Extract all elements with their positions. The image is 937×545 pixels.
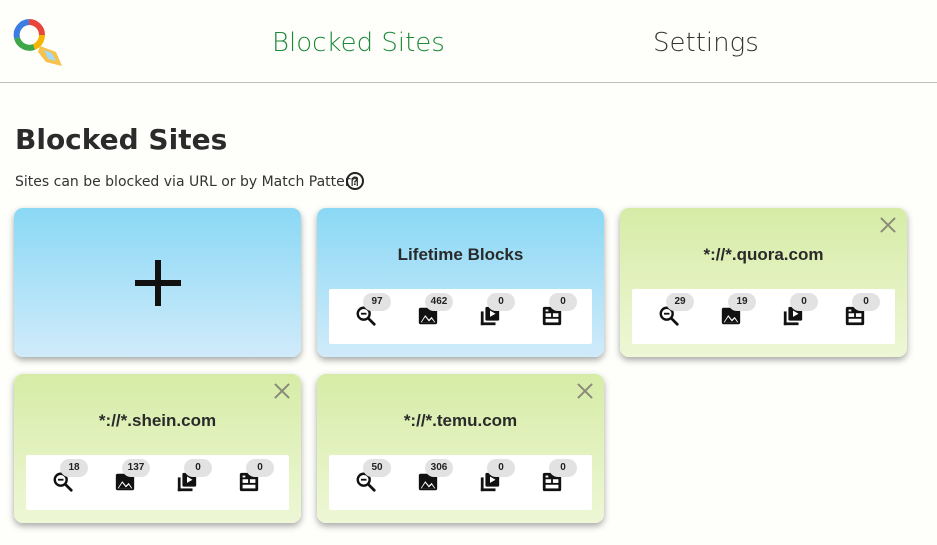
stat-frame: 0 xyxy=(818,289,884,344)
close-icon[interactable] xyxy=(273,382,291,400)
blocked-site-card: *://*.shein.com 18 137 0 0 xyxy=(14,374,301,523)
help-icon[interactable]: ? xyxy=(346,172,364,190)
card-stats: 50 306 0 0 xyxy=(329,455,592,510)
blocked-site-card: *://*.temu.com 50 306 0 0 xyxy=(317,374,604,523)
card-stats: 97 462 0 0 xyxy=(329,289,592,344)
card-stats: 18 137 0 0 xyxy=(26,455,289,510)
stat-video: 0 xyxy=(453,455,519,510)
stat-badge: 50 xyxy=(363,459,391,477)
close-icon[interactable] xyxy=(879,216,897,234)
card-title: *://*.quora.com xyxy=(703,245,824,264)
stat-badge: 306 xyxy=(425,459,453,477)
stat-search: 97 xyxy=(329,289,395,344)
card-title: *://*.shein.com xyxy=(98,411,217,430)
stat-badge: 0 xyxy=(246,459,274,477)
stat-search: 29 xyxy=(632,289,698,344)
page-subtitle: Sites can be blocked via URL or by Match… xyxy=(15,174,360,190)
stat-badge: 18 xyxy=(60,459,88,477)
stat-video: 0 xyxy=(756,289,822,344)
stat-search: 50 xyxy=(329,455,395,510)
stat-video: 0 xyxy=(453,289,519,344)
top-navigation-bar: Blocked Sites Settings xyxy=(0,0,937,83)
nav-settings[interactable]: Settings xyxy=(653,28,759,58)
stat-badge: 0 xyxy=(184,459,212,477)
stat-frame: 0 xyxy=(212,455,278,510)
add-site-button[interactable] xyxy=(14,208,301,357)
card-title: *://*.temu.com xyxy=(403,411,518,430)
stat-badge: 0 xyxy=(852,293,880,311)
lifetime-blocks-card: Lifetime Blocks 97 462 0 0 xyxy=(317,208,604,357)
stat-image: 19 xyxy=(694,289,760,344)
stat-search: 18 xyxy=(26,455,92,510)
stat-image: 306 xyxy=(391,455,457,510)
stat-badge: 0 xyxy=(549,293,577,311)
card-stats: 29 19 0 0 xyxy=(632,289,895,344)
page-title: Blocked Sites xyxy=(15,123,228,156)
stat-video: 0 xyxy=(150,455,216,510)
blocked-site-card: *://*.quora.com 29 19 0 0 xyxy=(620,208,907,357)
stat-badge: 0 xyxy=(487,293,515,311)
app-logo-icon xyxy=(13,19,62,66)
stat-frame: 0 xyxy=(515,455,581,510)
stat-badge: 97 xyxy=(363,293,391,311)
stat-badge: 137 xyxy=(122,459,150,477)
stat-image: 137 xyxy=(88,455,154,510)
stat-frame: 0 xyxy=(515,289,581,344)
stat-badge: 0 xyxy=(487,459,515,477)
plus-icon xyxy=(134,259,181,306)
stat-badge: 29 xyxy=(666,293,694,311)
close-icon[interactable] xyxy=(576,382,594,400)
card-title: Lifetime Blocks xyxy=(397,245,524,264)
stat-image: 462 xyxy=(391,289,457,344)
stat-badge: 0 xyxy=(790,293,818,311)
stat-badge: 19 xyxy=(728,293,756,311)
stat-badge: 0 xyxy=(549,459,577,477)
stat-badge: 462 xyxy=(425,293,453,311)
nav-blocked-sites[interactable]: Blocked Sites xyxy=(272,28,445,58)
